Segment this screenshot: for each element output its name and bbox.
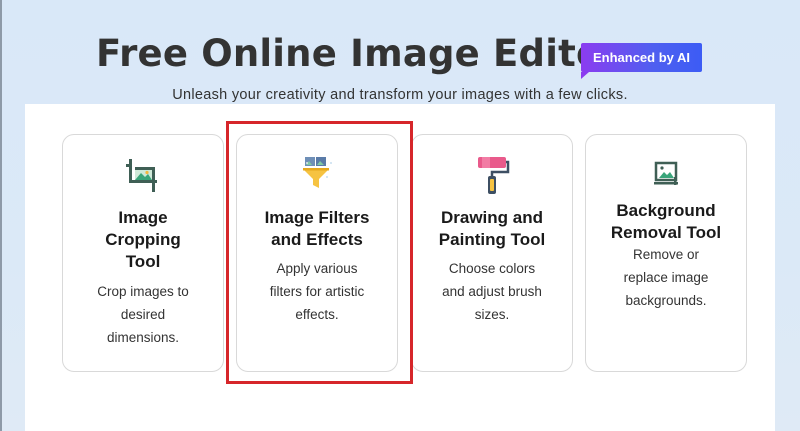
card-description: Crop images to desired dimensions.: [97, 284, 189, 345]
tool-card-image-cropping[interactable]: Image Cropping Tool Crop images to desir…: [62, 134, 224, 372]
card-title: Image Cropping Tool: [105, 208, 181, 271]
ai-badge: Enhanced by AI: [581, 43, 702, 79]
card-title: Image Filters and Effects: [264, 208, 370, 249]
card-title: Drawing and Painting Tool: [438, 208, 546, 249]
page-title: Free Online Image Editor: [96, 32, 621, 75]
page-header: Free Online Image Editor Enhanced by AI …: [0, 0, 800, 104]
tool-card-background-removal[interactable]: Background Removal Tool Remove or replac…: [585, 134, 747, 372]
paint-roller-icon: [412, 155, 572, 195]
background-removal-icon: [586, 159, 746, 199]
card-description: Apply various filters for artistic effec…: [269, 261, 365, 322]
tool-card-image-filters[interactable]: Image Filters and Effects Apply various …: [236, 134, 398, 372]
card-description: Choose colors and adjust brush sizes.: [442, 261, 542, 322]
crop-icon: [63, 155, 223, 195]
card-description: Remove or replace image backgrounds.: [623, 247, 709, 308]
page-subtitle: Unleash your creativity and transform yo…: [172, 87, 628, 103]
card-title: Background Removal Tool: [610, 201, 722, 242]
image-filter-icon: [237, 155, 397, 195]
tool-card-drawing-painting[interactable]: Drawing and Painting Tool Choose colors …: [411, 134, 573, 372]
